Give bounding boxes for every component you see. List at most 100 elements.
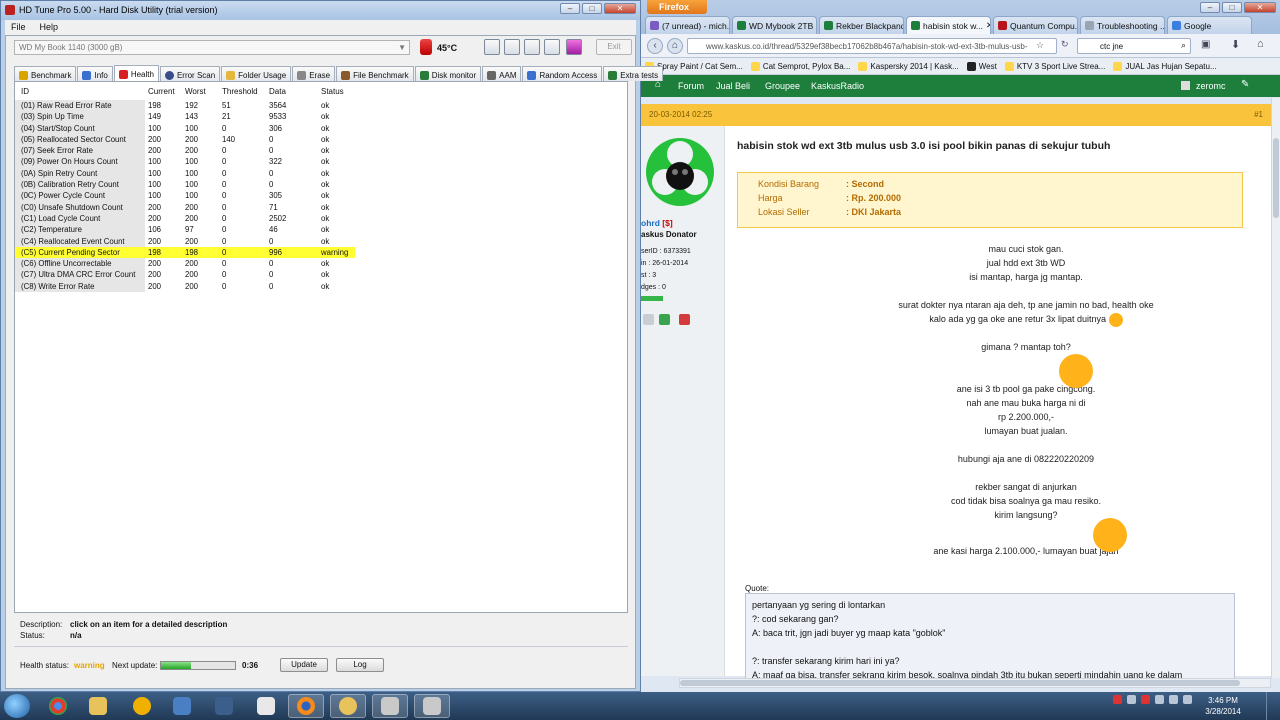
copy-info-icon[interactable] bbox=[484, 39, 500, 55]
tray-icon[interactable] bbox=[1113, 695, 1122, 704]
bookmark-item[interactable]: KTV 3 Sport Live Strea... bbox=[1004, 61, 1105, 71]
table-row[interactable]: (C7) Ultra DMA CRC Error Count 200 200 0 0 ok bbox=[15, 269, 627, 281]
bookmark-item[interactable]: Kaspersky 2014 | Kask... bbox=[858, 61, 959, 71]
copy-screen-icon[interactable] bbox=[504, 39, 520, 55]
system-clock[interactable]: 3:46 PM 3/28/2014 bbox=[1198, 695, 1248, 717]
avatar[interactable] bbox=[1181, 81, 1190, 90]
drive-select[interactable]: WD My Book 1140 (3000 gB) ▼ bbox=[14, 40, 410, 55]
post-number[interactable]: #1 bbox=[1254, 110, 1263, 119]
show-desktop-button[interactable] bbox=[1266, 692, 1280, 720]
log-button[interactable]: Log bbox=[336, 658, 384, 672]
nav-forum[interactable]: Forum bbox=[678, 81, 704, 91]
column-header[interactable]: Threshold bbox=[222, 87, 258, 96]
update-button[interactable]: Update bbox=[280, 658, 328, 672]
tab-random-access[interactable]: Random Access bbox=[522, 66, 603, 81]
back-button[interactable]: ‹ bbox=[647, 38, 663, 54]
bookmark-item[interactable]: Cat Semprot, Pylox Ba... bbox=[750, 61, 850, 71]
flag-icon[interactable] bbox=[1183, 695, 1192, 704]
table-row[interactable]: (C1) Load Cycle Count 200 200 0 2502 ok bbox=[15, 212, 627, 225]
vertical-scrollbar[interactable] bbox=[1271, 98, 1280, 678]
reply-icon[interactable] bbox=[659, 314, 670, 325]
column-header[interactable]: Current bbox=[148, 87, 175, 96]
tab-wd-mybook[interactable]: WD Mybook 2TB ... bbox=[732, 16, 817, 34]
tab-file-benchmark[interactable]: File Benchmark bbox=[336, 66, 414, 81]
table-row[interactable]: (0A) Spin Retry Count 100 100 0 0 ok bbox=[15, 167, 627, 180]
scroll-thumb[interactable] bbox=[1273, 138, 1279, 218]
tray-icon[interactable] bbox=[1141, 695, 1150, 704]
chrome-taskbar-icon[interactable] bbox=[40, 694, 76, 718]
edit-icon[interactable]: ✎ bbox=[1241, 79, 1249, 90]
column-header[interactable]: Status bbox=[321, 87, 344, 96]
app-taskbar-icon[interactable] bbox=[330, 694, 366, 718]
horizontal-scrollbar[interactable] bbox=[679, 678, 1271, 688]
column-header[interactable]: Worst bbox=[185, 87, 206, 96]
report-icon[interactable] bbox=[679, 314, 690, 325]
volume-icon[interactable] bbox=[1169, 695, 1178, 704]
table-row[interactable]: (09) Power On Hours Count 100 100 0 322 ok bbox=[15, 156, 627, 168]
firefox-menu-button[interactable]: Firefox bbox=[647, 0, 707, 14]
tab-folder-usage[interactable]: Folder Usage bbox=[221, 66, 292, 81]
table-row[interactable]: (0C) Power Cycle Count 100 100 0 305 ok bbox=[15, 190, 627, 202]
table-row[interactable]: (01) Raw Read Error Rate 198 192 51 3564 ok bbox=[15, 100, 627, 112]
options-icon[interactable] bbox=[544, 39, 560, 55]
nav-groupee[interactable]: Groupee bbox=[765, 81, 800, 91]
scroll-thumb[interactable] bbox=[680, 680, 1240, 686]
tab-unread-mail[interactable]: (7 unread) - mich... bbox=[645, 16, 730, 34]
minimize-button[interactable]: – bbox=[1200, 2, 1220, 13]
table-row[interactable]: (C5) Current Pending Sector 198 198 0 996 war… bbox=[15, 246, 355, 259]
tab-troubleshooting[interactable]: Troubleshooting ... bbox=[1080, 16, 1165, 34]
close-tab-icon[interactable]: ✕ bbox=[986, 20, 990, 31]
start-button[interactable] bbox=[4, 694, 30, 718]
table-row[interactable]: (C0) Unsafe Shutdown Count 200 200 0 71 ok bbox=[15, 201, 627, 213]
pocket-icon[interactable]: ▣ bbox=[1201, 39, 1210, 50]
menu-icon[interactable]: ⌂ bbox=[1257, 38, 1264, 50]
column-header[interactable]: Data bbox=[269, 87, 286, 96]
search-icon[interactable]: ⌕ bbox=[1181, 40, 1186, 51]
tab-extra-tests[interactable]: Extra tests bbox=[603, 66, 664, 81]
menu-help[interactable]: Help bbox=[40, 22, 59, 33]
search-input[interactable]: ctc jne bbox=[1077, 38, 1191, 54]
close-button[interactable]: ✕ bbox=[1244, 2, 1276, 13]
quote-icon[interactable] bbox=[643, 314, 654, 325]
bookmark-star-icon[interactable]: ☆ bbox=[1036, 40, 1044, 51]
hdtune-taskbar-icon[interactable] bbox=[414, 694, 450, 718]
close-button[interactable]: ✕ bbox=[604, 3, 636, 14]
table-row[interactable]: (05) Reallocated Sector Count 200 200 140 0 o… bbox=[15, 133, 627, 146]
tab-google[interactable]: Google bbox=[1167, 16, 1252, 34]
table-row[interactable]: (03) Spin Up Time 149 143 21 9533 ok bbox=[15, 111, 627, 123]
network-icon[interactable] bbox=[1155, 695, 1164, 704]
menu-file[interactable]: File bbox=[11, 22, 26, 33]
tray-icon[interactable] bbox=[1127, 695, 1136, 704]
maximize-button[interactable]: □ bbox=[582, 3, 602, 14]
nav-kaskusradio[interactable]: KaskusRadio bbox=[811, 81, 864, 91]
maximize-button[interactable]: □ bbox=[1222, 2, 1242, 13]
username[interactable]: ohrd bbox=[641, 218, 660, 228]
exit-button[interactable]: Exit bbox=[596, 39, 632, 55]
table-row[interactable]: (04) Start/Stop Count 100 100 0 306 ok bbox=[15, 122, 627, 134]
tool-taskbar-icon[interactable] bbox=[206, 694, 242, 718]
tab-disk-monitor[interactable]: Disk monitor bbox=[414, 66, 482, 81]
tab-rekber[interactable]: Rekber Blackpand... bbox=[819, 16, 904, 34]
table-row[interactable]: (C4) Reallocated Event Count 200 200 0 0 ok bbox=[15, 235, 627, 247]
table-row[interactable]: (C6) Offline Uncorrectable 200 200 0 0 ok bbox=[15, 258, 627, 270]
address-bar[interactable]: www.kaskus.co.id/thread/5329ef38becb1706… bbox=[687, 38, 1057, 54]
tab-error-scan[interactable]: Error Scan bbox=[159, 66, 221, 81]
download-icon[interactable]: ⬇ bbox=[1231, 38, 1240, 51]
nav-jual-beli[interactable]: Jual Beli bbox=[716, 81, 750, 91]
user-menu[interactable]: zeromc bbox=[1196, 81, 1226, 91]
tab-quantum[interactable]: Quantum Compu... bbox=[993, 16, 1078, 34]
tab-habisin-stok[interactable]: habisin stok w...✕ bbox=[906, 16, 991, 34]
network-taskbar-icon[interactable] bbox=[164, 694, 200, 718]
bookmark-item[interactable]: JUAL Jas Hujan Sepatu... bbox=[1113, 61, 1217, 71]
home-button[interactable]: ⌂ bbox=[667, 38, 683, 54]
tab-erase[interactable]: Erase bbox=[292, 66, 336, 81]
table-row[interactable]: (07) Seek Error Rate 200 200 0 0 ok bbox=[15, 145, 627, 157]
table-row[interactable]: (0B) Calibration Retry Count 100 100 0 0 ok bbox=[15, 179, 627, 191]
tab-health[interactable]: Health bbox=[113, 65, 159, 81]
save-icon[interactable] bbox=[524, 39, 540, 55]
tab-benchmark[interactable]: Benchmark bbox=[14, 66, 77, 81]
tab-aam[interactable]: AAM bbox=[482, 66, 522, 81]
app-taskbar-icon[interactable] bbox=[124, 694, 160, 718]
minimize-button[interactable]: – bbox=[560, 3, 580, 14]
reload-icon[interactable]: ↻ bbox=[1061, 39, 1069, 50]
